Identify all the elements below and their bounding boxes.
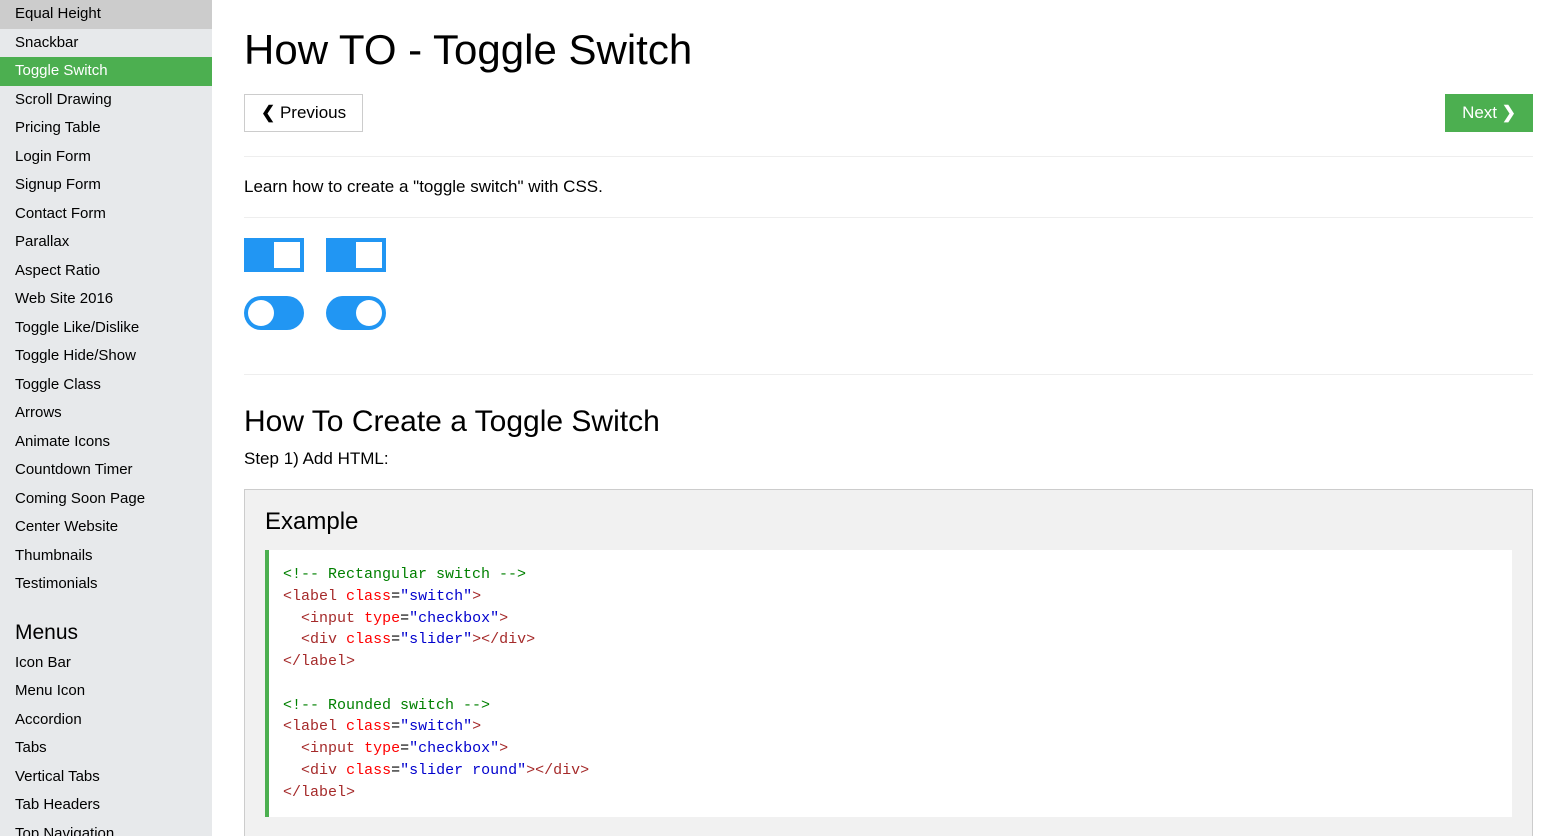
previous-button[interactable]: ❮ Previous — [244, 94, 363, 132]
page-title: How TO - Toggle Switch — [244, 26, 1533, 74]
chevron-right-icon: ❯ — [1497, 103, 1516, 123]
sidebar-item[interactable]: Parallax — [0, 228, 212, 257]
sidebar-item[interactable]: Arrows — [0, 399, 212, 428]
example-box: Example <!-- Rectangular switch --> <lab… — [244, 489, 1533, 836]
sidebar-item[interactable]: Center Website — [0, 513, 212, 542]
next-button[interactable]: Next ❯ — [1445, 94, 1533, 132]
sidebar-section-header: Menus — [0, 613, 212, 649]
round-switch-off[interactable] — [244, 296, 304, 330]
sidebar-item[interactable]: Scroll Drawing — [0, 86, 212, 115]
sidebar-item[interactable]: Toggle Hide/Show — [0, 342, 212, 371]
sidebar-item[interactable]: Toggle Like/Dislike — [0, 314, 212, 343]
sidebar-item[interactable]: Pricing Table — [0, 114, 212, 143]
code-block: <!-- Rectangular switch --> <label class… — [265, 550, 1512, 817]
example-heading: Example — [265, 508, 1512, 536]
sidebar[interactable]: Equal HeightSnackbarToggle SwitchScroll … — [0, 0, 212, 836]
switch-demo-area — [244, 238, 1533, 354]
sidebar-item[interactable]: Login Form — [0, 143, 212, 172]
rect-switch-on[interactable] — [326, 238, 386, 272]
sidebar-item[interactable]: Web Site 2016 — [0, 285, 212, 314]
main-content: How TO - Toggle Switch ❮ Previous Next ❯… — [212, 0, 1565, 836]
chevron-left-icon: ❮ — [261, 103, 280, 123]
sidebar-item[interactable]: Testimonials — [0, 570, 212, 599]
sidebar-item[interactable]: Tabs — [0, 734, 212, 763]
sidebar-item[interactable]: Tab Headers — [0, 791, 212, 820]
round-switch-on[interactable] — [326, 296, 386, 330]
sidebar-item[interactable]: Accordion — [0, 706, 212, 735]
sidebar-item[interactable]: Contact Form — [0, 200, 212, 229]
sidebar-item[interactable]: Snackbar — [0, 29, 212, 58]
divider — [244, 374, 1533, 375]
step-label: Step 1) Add HTML: — [244, 449, 1533, 469]
sidebar-item[interactable]: Aspect Ratio — [0, 257, 212, 286]
sidebar-item[interactable]: Signup Form — [0, 171, 212, 200]
rect-switch-off[interactable] — [244, 238, 304, 272]
section-title: How To Create a Toggle Switch — [244, 405, 1533, 439]
sidebar-item[interactable]: Animate Icons — [0, 428, 212, 457]
sidebar-item[interactable]: Countdown Timer — [0, 456, 212, 485]
sidebar-item[interactable]: Vertical Tabs — [0, 763, 212, 792]
sidebar-item[interactable]: Thumbnails — [0, 542, 212, 571]
sidebar-item[interactable]: Toggle Class — [0, 371, 212, 400]
divider — [244, 156, 1533, 157]
intro-text: Learn how to create a "toggle switch" wi… — [244, 177, 1533, 197]
sidebar-item[interactable]: Coming Soon Page — [0, 485, 212, 514]
sidebar-item[interactable]: Icon Bar — [0, 649, 212, 678]
divider — [244, 217, 1533, 218]
sidebar-item[interactable]: Menu Icon — [0, 677, 212, 706]
sidebar-item[interactable]: Equal Height — [0, 0, 212, 29]
sidebar-item[interactable]: Toggle Switch — [0, 57, 212, 86]
sidebar-item[interactable]: Top Navigation — [0, 820, 212, 836]
